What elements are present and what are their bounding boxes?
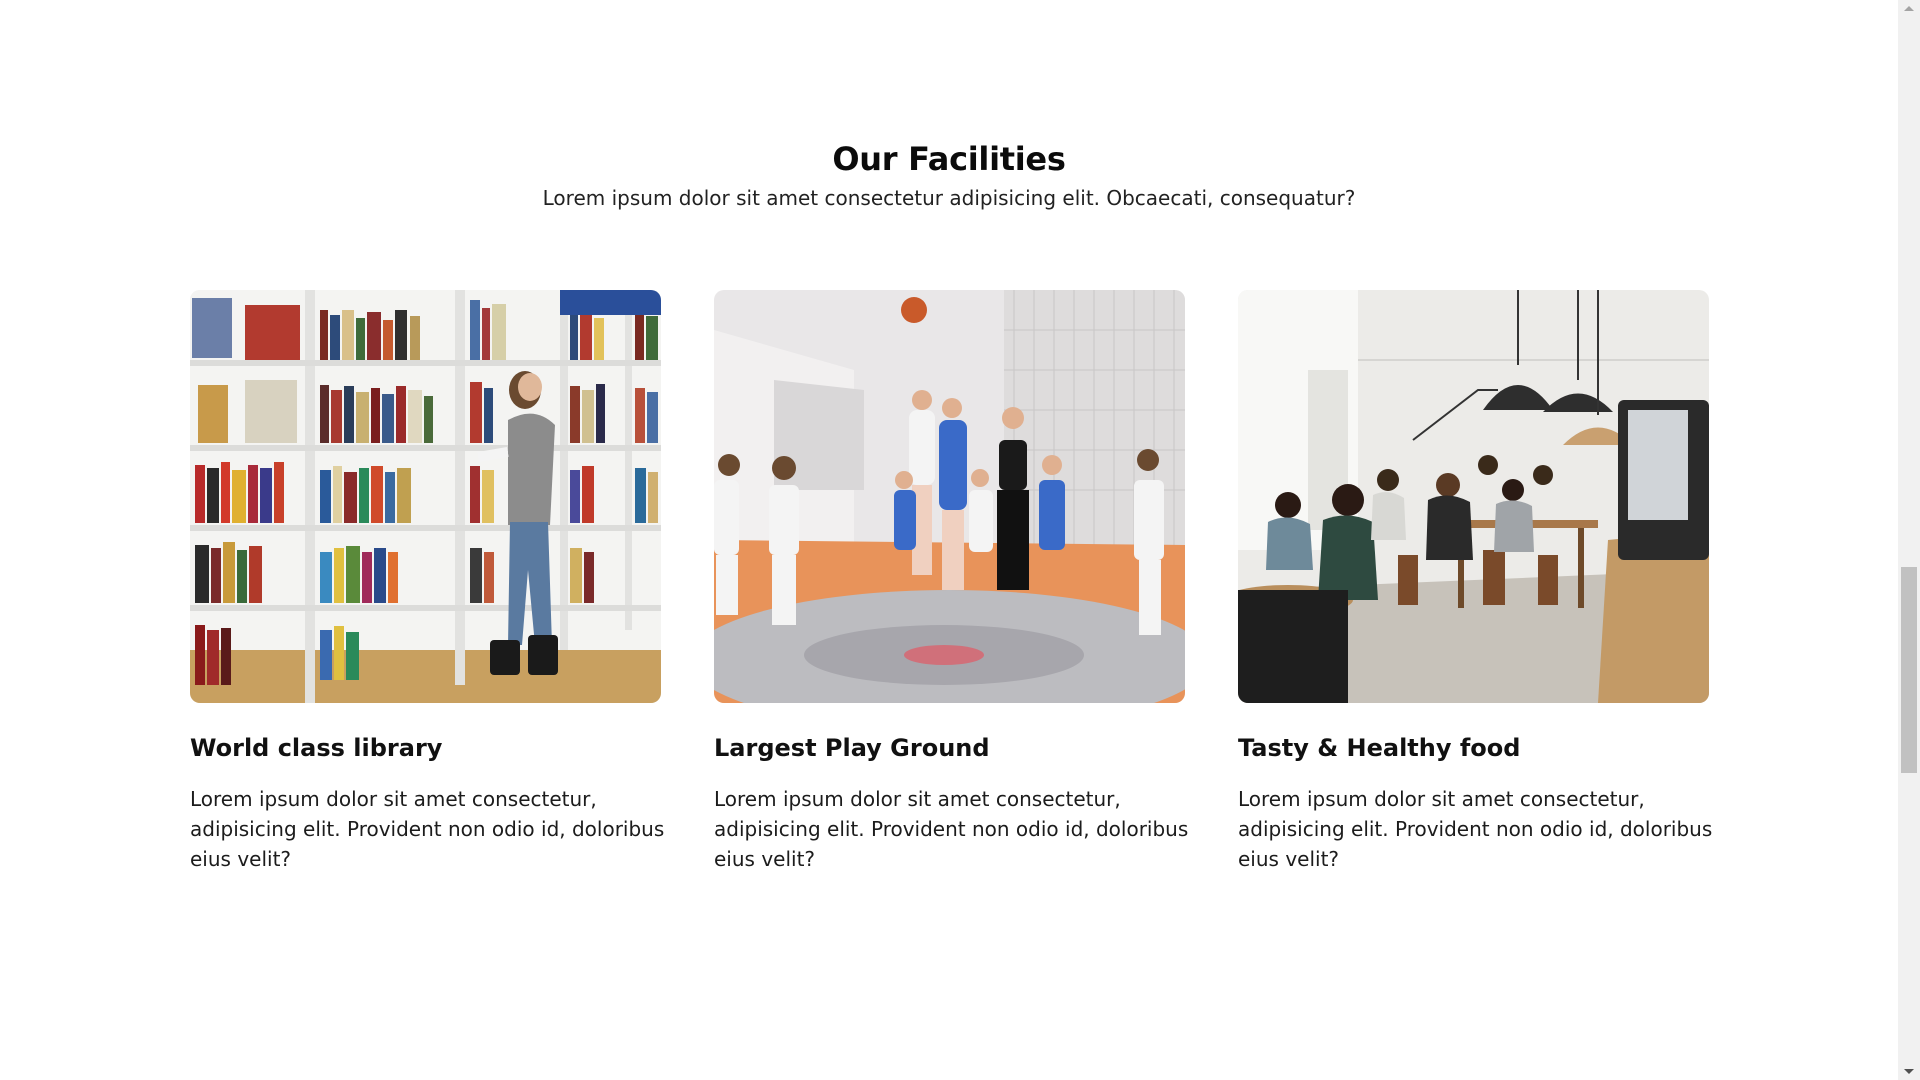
- vertical-scrollbar[interactable]: [1898, 0, 1920, 1080]
- scroll-down-arrow-icon[interactable]: [1904, 1069, 1914, 1074]
- facility-card-playground: Largest Play Ground Lorem ipsum dolor si…: [714, 290, 1188, 871]
- section-subtitle: Lorem ipsum dolor sit amet consectetur a…: [542, 186, 1356, 210]
- facility-card-food: Tasty & Healthy food Lorem ipsum dolor s…: [1238, 290, 1712, 871]
- page: Our Facilities Lorem ipsum dolor sit ame…: [0, 0, 1920, 1080]
- facilities-section: Our Facilities Lorem ipsum dolor sit ame…: [0, 0, 1898, 1080]
- card-title: Largest Play Ground: [714, 734, 990, 762]
- section-title: Our Facilities: [832, 140, 1066, 178]
- card-description: Lorem ipsum dolor sit amet consectetur, …: [190, 787, 665, 871]
- card-description: Lorem ipsum dolor sit amet consectetur, …: [1238, 787, 1713, 871]
- scroll-up-arrow-icon[interactable]: [1904, 6, 1914, 11]
- basketball-court-photo: [714, 290, 1185, 703]
- facility-card-library: World class library Lorem ipsum dolor si…: [190, 290, 664, 871]
- card-title: Tasty & Healthy food: [1238, 734, 1521, 762]
- scrollbar-thumb[interactable]: [1901, 567, 1917, 773]
- cafeteria-photo: [1238, 290, 1709, 703]
- library-photo: [190, 290, 661, 703]
- card-description: Lorem ipsum dolor sit amet consectetur, …: [714, 787, 1189, 871]
- card-title: World class library: [190, 734, 443, 762]
